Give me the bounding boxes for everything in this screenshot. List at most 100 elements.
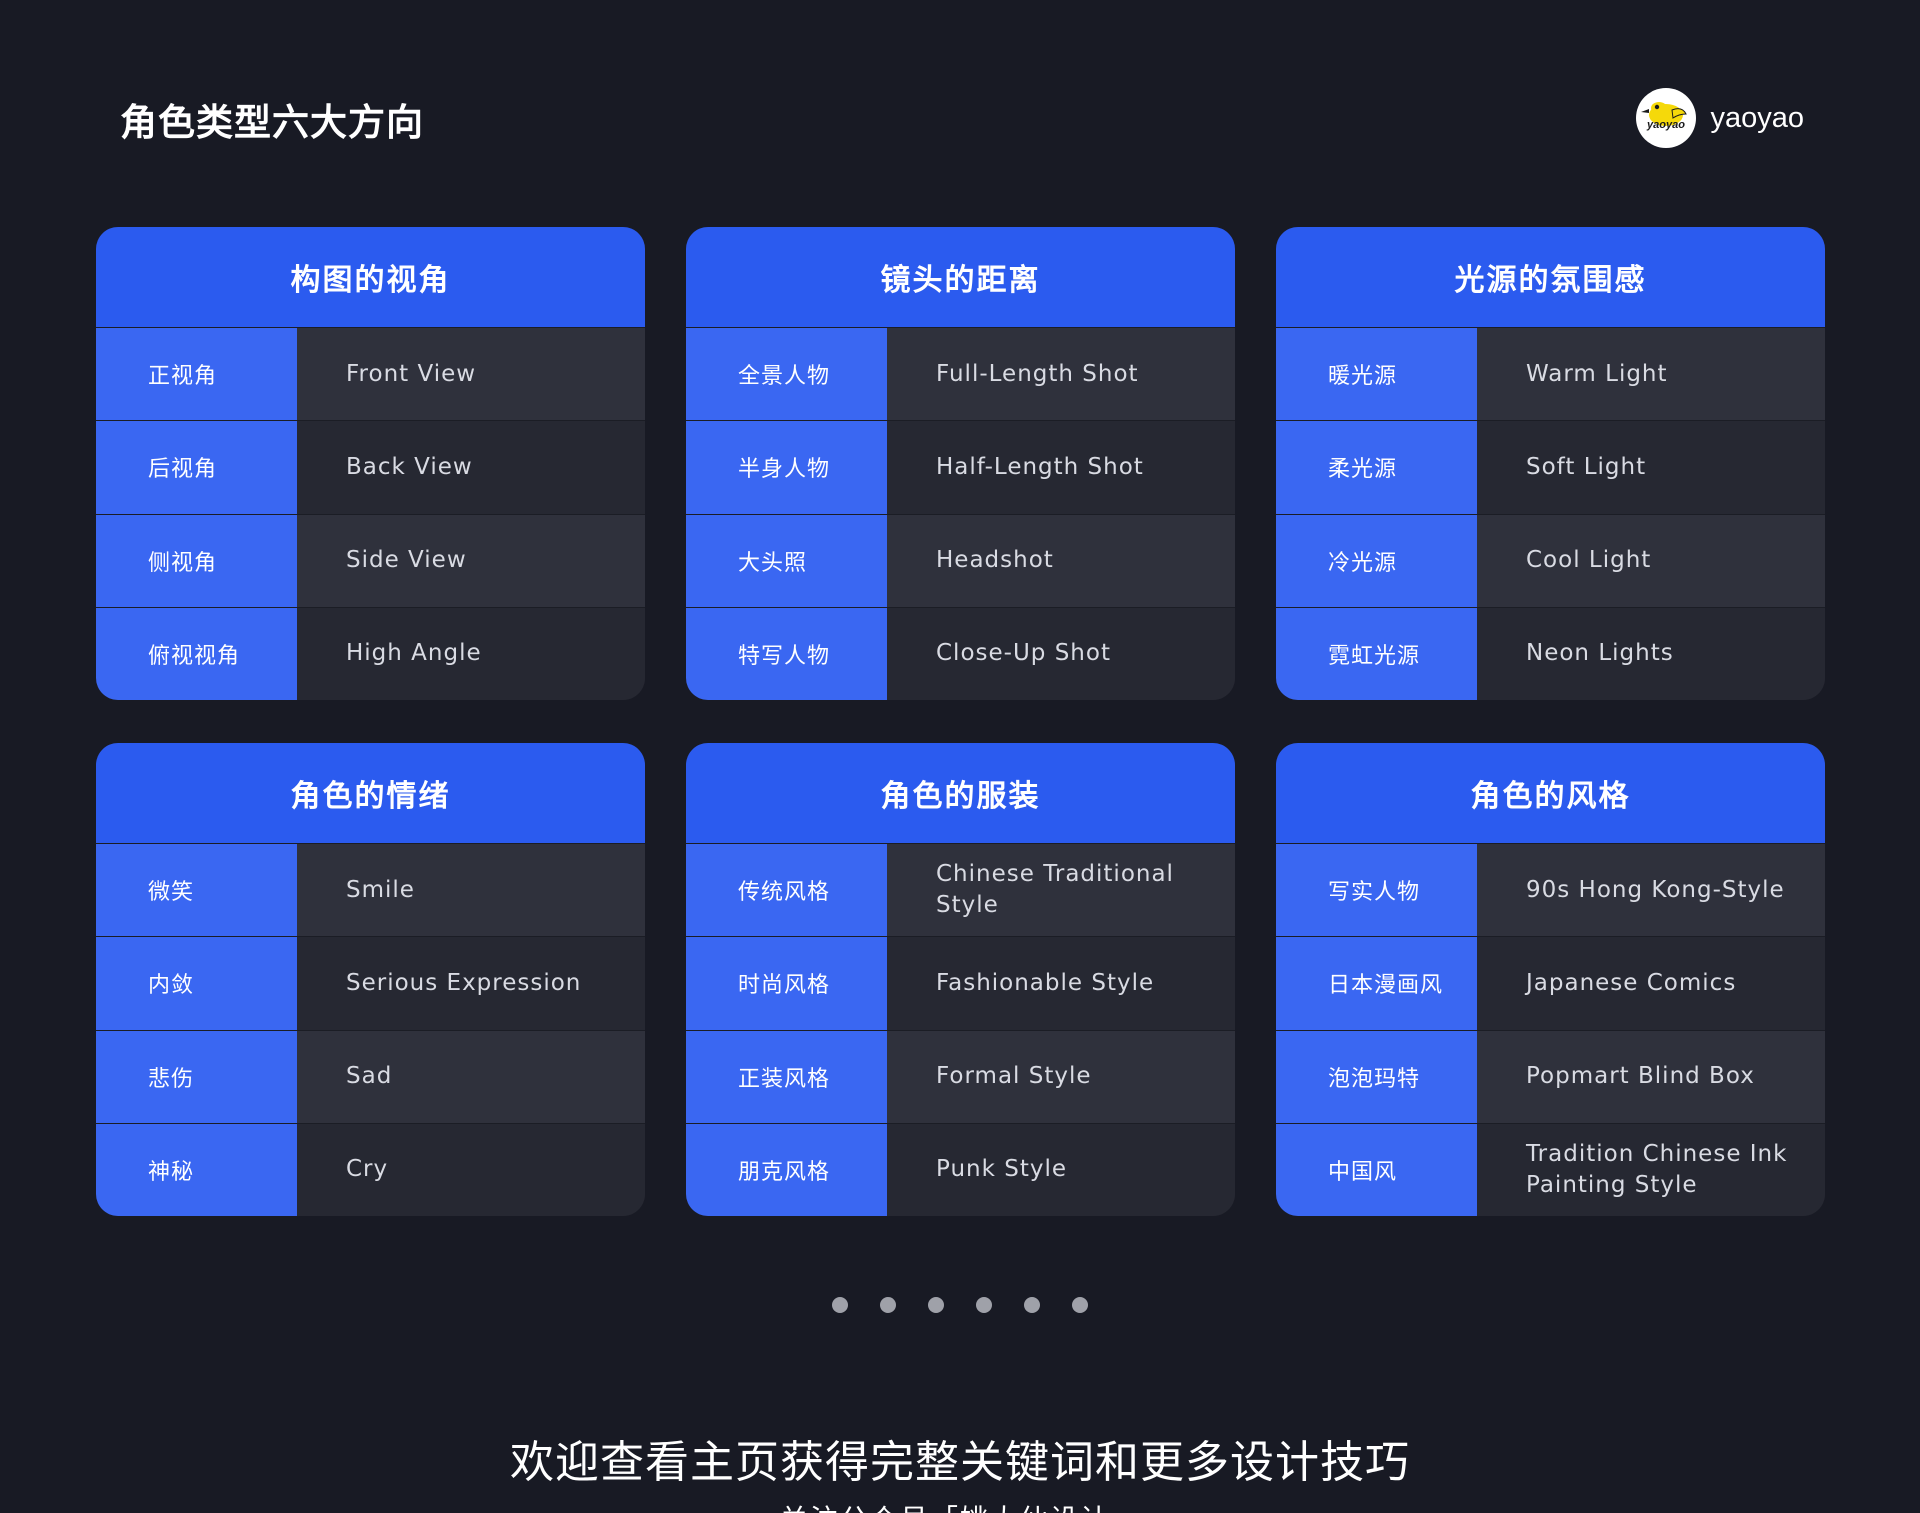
table-row: 朋克风格 Punk Style [686, 1122, 1235, 1216]
row-label: 正视角 [96, 328, 297, 421]
row-label: 后视角 [96, 421, 297, 514]
card-title: 镜头的距离 [686, 227, 1235, 327]
row-value: Close-Up Shot [887, 607, 1235, 700]
row-value: Cry [297, 1123, 645, 1216]
pagination-dot[interactable] [1024, 1297, 1040, 1313]
card-title: 构图的视角 [96, 227, 645, 327]
pagination-dot[interactable] [1072, 1297, 1088, 1313]
row-label: 朋克风格 [686, 1123, 887, 1216]
table-row: 大头照 Headshot [686, 513, 1235, 607]
pagination-dots [0, 1297, 1920, 1313]
footer-subtitle: 关注公众号「姚大仙设计」 [0, 1498, 1920, 1513]
pagination-dot[interactable] [832, 1297, 848, 1313]
row-value: 90s Hong Kong-Style [1477, 844, 1825, 937]
row-value: Japanese Comics [1477, 937, 1825, 1030]
bird-logo-icon: yaoyao [1641, 102, 1688, 131]
row-label: 传统风格 [686, 844, 887, 937]
row-label: 微笑 [96, 844, 297, 937]
table-row: 特写人物 Close-Up Shot [686, 606, 1235, 700]
table-row: 时尚风格 Fashionable Style [686, 936, 1235, 1030]
row-label: 中国风 [1276, 1123, 1477, 1216]
table-row: 俯视视角 High Angle [96, 606, 645, 700]
row-label: 半身人物 [686, 421, 887, 514]
table-row: 泡泡玛特 Popmart Blind Box [1276, 1029, 1825, 1123]
table-row: 柔光源 Soft Light [1276, 420, 1825, 514]
row-value: Sad [297, 1030, 645, 1123]
category-grid: 构图的视角 正视角 Front View 后视角 Back View 侧视角 S… [96, 227, 1825, 1216]
card-character-style: 角色的风格 写实人物 90s Hong Kong-Style 日本漫画风 Jap… [1276, 743, 1825, 1216]
table-row: 神秘 Cry [96, 1122, 645, 1216]
row-label: 暖光源 [1276, 328, 1477, 421]
table-row: 冷光源 Cool Light [1276, 513, 1825, 607]
row-value: Cool Light [1477, 514, 1825, 607]
table-row: 侧视角 Side View [96, 513, 645, 607]
row-value: Punk Style [887, 1123, 1235, 1216]
row-label: 霓虹光源 [1276, 607, 1477, 700]
table-row: 半身人物 Half-Length Shot [686, 420, 1235, 514]
table-row: 微笑 Smile [96, 843, 645, 937]
row-label: 俯视视角 [96, 607, 297, 700]
row-value: High Angle [297, 607, 645, 700]
row-label: 内敛 [96, 937, 297, 1030]
card-title: 角色的情绪 [96, 743, 645, 843]
card-character-costume: 角色的服装 传统风格 Chinese Traditional Style 时尚风… [686, 743, 1235, 1216]
page-title: 角色类型六大方向 [120, 101, 424, 144]
footer-message: 欢迎查看主页获得完整关键词和更多设计技巧 [510, 1437, 1410, 1488]
card-shot-distance: 镜头的距离 全景人物 Full-Length Shot 半身人物 Half-Le… [686, 227, 1235, 700]
row-value: Warm Light [1477, 328, 1825, 421]
table-row: 传统风格 Chinese Traditional Style [686, 843, 1235, 937]
brand-logo: yaoyao [1636, 88, 1697, 148]
table-row: 全景人物 Full-Length Shot [686, 327, 1235, 421]
card-lighting-mood: 光源的氛围感 暖光源 Warm Light 柔光源 Soft Light 冷光源… [1276, 227, 1825, 700]
row-value: Neon Lights [1477, 607, 1825, 700]
table-row: 写实人物 90s Hong Kong-Style [1276, 843, 1825, 937]
row-label: 柔光源 [1276, 421, 1477, 514]
row-label: 大头照 [686, 514, 887, 607]
row-label: 全景人物 [686, 328, 887, 421]
row-value: Fashionable Style [887, 937, 1235, 1030]
page: 角色类型六大方向 yaoyao yaoyao 构图的视角 正视角 Front V… [0, 0, 1920, 1513]
row-value: Back View [297, 421, 645, 514]
table-row: 悲伤 Sad [96, 1029, 645, 1123]
card-title: 角色的风格 [1276, 743, 1825, 843]
card-title: 光源的氛围感 [1276, 227, 1825, 327]
row-label: 神秘 [96, 1123, 297, 1216]
row-value: Side View [297, 514, 645, 607]
row-value: Popmart Blind Box [1477, 1030, 1825, 1123]
row-value: Front View [297, 328, 645, 421]
brand-name: yaoyao [1710, 101, 1804, 134]
pagination-dot[interactable] [976, 1297, 992, 1313]
row-label: 写实人物 [1276, 844, 1477, 937]
table-row: 霓虹光源 Neon Lights [1276, 606, 1825, 700]
row-label: 冷光源 [1276, 514, 1477, 607]
row-value: Smile [297, 844, 645, 937]
brand-logo-text: yaoyao [1647, 119, 1686, 131]
row-label: 日本漫画风 [1276, 937, 1477, 1030]
table-row: 后视角 Back View [96, 420, 645, 514]
card-title: 角色的服装 [686, 743, 1235, 843]
row-value: Tradition Chinese Ink Painting Style [1477, 1123, 1825, 1216]
row-value: Serious Expression [297, 937, 645, 1030]
row-label: 侧视角 [96, 514, 297, 607]
table-row: 中国风 Tradition Chinese Ink Painting Style [1276, 1122, 1825, 1216]
row-label: 悲伤 [96, 1030, 297, 1123]
row-label: 正装风格 [686, 1030, 887, 1123]
brand: yaoyao yaoyao [1636, 88, 1804, 148]
table-row: 正装风格 Formal Style [686, 1029, 1235, 1123]
row-label: 泡泡玛特 [1276, 1030, 1477, 1123]
row-value: Full-Length Shot [887, 328, 1235, 421]
card-character-emotion: 角色的情绪 微笑 Smile 内敛 Serious Expression 悲伤 … [96, 743, 645, 1216]
card-composition-angle: 构图的视角 正视角 Front View 后视角 Back View 侧视角 S… [96, 227, 645, 700]
row-label: 时尚风格 [686, 937, 887, 1030]
pagination-dot[interactable] [880, 1297, 896, 1313]
row-value: Formal Style [887, 1030, 1235, 1123]
table-row: 暖光源 Warm Light [1276, 327, 1825, 421]
table-row: 日本漫画风 Japanese Comics [1276, 936, 1825, 1030]
row-value: Headshot [887, 514, 1235, 607]
row-label: 特写人物 [686, 607, 887, 700]
pagination-dot[interactable] [928, 1297, 944, 1313]
row-value: Chinese Traditional Style [887, 844, 1235, 937]
row-value: Half-Length Shot [887, 421, 1235, 514]
table-row: 内敛 Serious Expression [96, 936, 645, 1030]
row-value: Soft Light [1477, 421, 1825, 514]
